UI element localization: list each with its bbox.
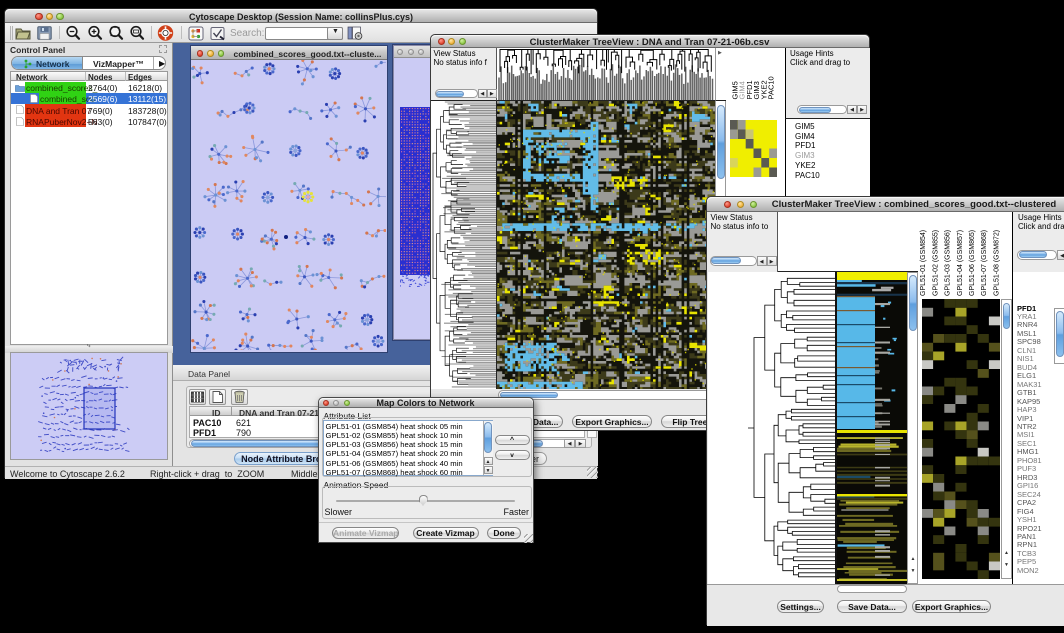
- svg-text:GPL51-02 (GSM855): GPL51-02 (GSM855): [932, 229, 939, 295]
- svg-text:GPL51-07 (GSM868): GPL51-07 (GSM868): [981, 229, 988, 295]
- svg-text:GPL51-08 (GSM872): GPL51-08 (GSM872): [993, 229, 1000, 295]
- svg-text:GPL51-04 (GSM857): GPL51-04 (GSM857): [957, 229, 964, 295]
- svg-text:GPL51-06 (GSM865): GPL51-06 (GSM865): [969, 229, 976, 295]
- svg-text:GPL51-01 (GSM854): GPL51-01 (GSM854): [920, 229, 927, 295]
- svg-text:GPL51-03 (GSM856): GPL51-03 (GSM856): [945, 229, 952, 295]
- svg-text:PAC10: PAC10: [766, 76, 775, 99]
